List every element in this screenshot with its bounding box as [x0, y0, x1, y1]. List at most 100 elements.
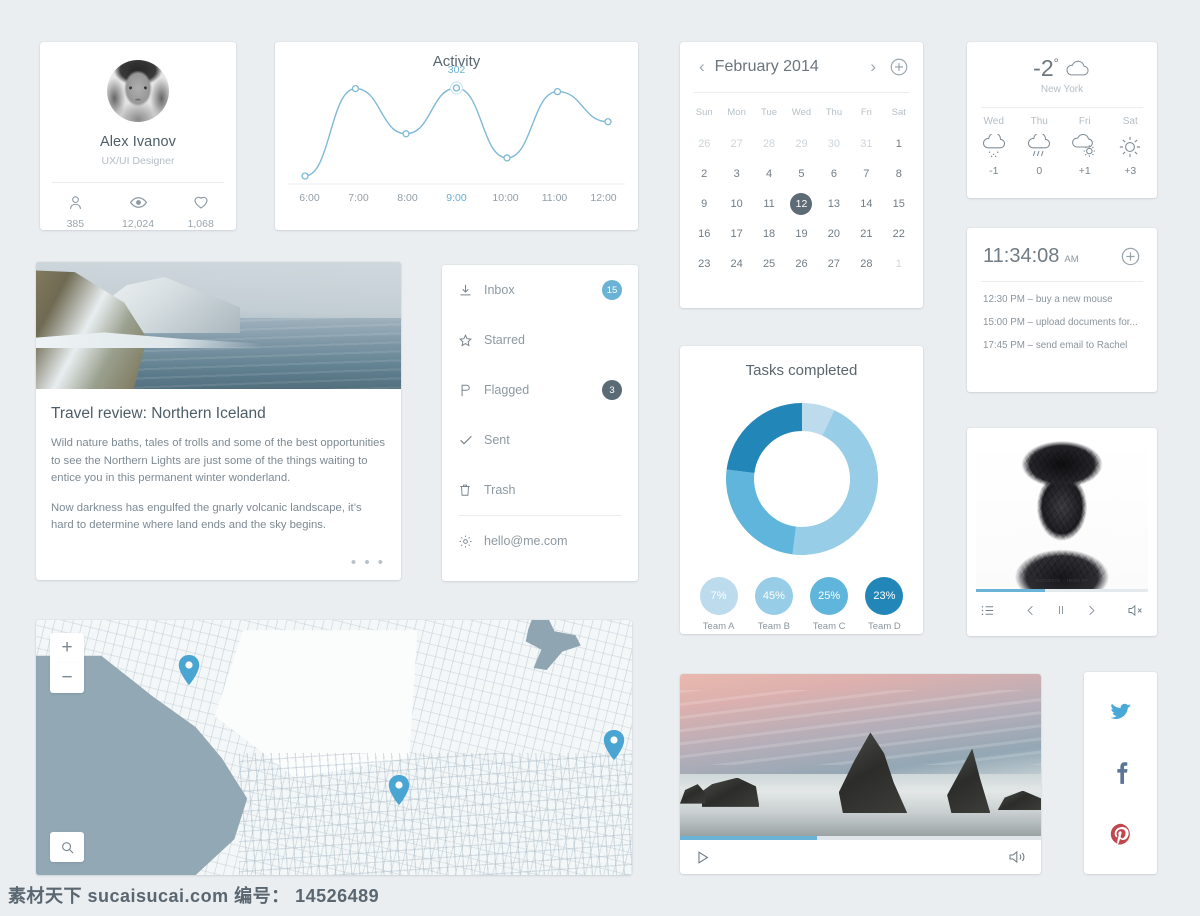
forecast-day-sat[interactable]: Sat +3	[1108, 116, 1154, 177]
calendar-day[interactable]: 17	[720, 219, 752, 249]
mail-item-starred[interactable]: Starred	[442, 315, 638, 365]
calendar-day[interactable]: 7	[850, 159, 882, 189]
next-icon[interactable]	[1076, 603, 1107, 618]
map-pin-2[interactable]	[603, 730, 625, 760]
mail-item-flagged[interactable]: Flagged 3	[442, 365, 638, 415]
calendar-next-button[interactable]: ›	[865, 57, 881, 77]
video-progress-bar[interactable]	[680, 836, 1041, 840]
activity-data-point[interactable]	[402, 130, 410, 138]
activity-data-point[interactable]	[503, 154, 511, 162]
search-icon[interactable]	[50, 832, 84, 862]
playlist-icon[interactable]	[980, 603, 995, 618]
team-legend-item[interactable]: 25% Team C	[810, 577, 849, 632]
calendar-day[interactable]: 13	[818, 189, 850, 219]
mail-item-trash[interactable]: Trash	[442, 465, 638, 515]
calendar-day[interactable]: 1	[883, 129, 915, 159]
map-zoom-in-button[interactable]: +	[50, 633, 84, 663]
facebook-icon[interactable]	[1104, 756, 1138, 790]
calendar-day[interactable]: 9	[688, 189, 720, 219]
calendar-day[interactable]: 28	[753, 129, 785, 159]
calendar-title: February 2014	[714, 58, 819, 75]
forecast-day-wed[interactable]: Wed -1	[971, 116, 1017, 177]
activity-data-point[interactable]	[604, 118, 612, 126]
activity-data-point[interactable]	[301, 172, 309, 180]
volume-icon[interactable]	[1008, 849, 1027, 865]
map-zoom-out-button[interactable]: −	[50, 663, 84, 693]
calendar-day[interactable]: 30	[818, 129, 850, 159]
pinterest-icon[interactable]	[1104, 817, 1138, 851]
calendar-day[interactable]: 14	[850, 189, 882, 219]
team-legend-item[interactable]: 23% Team D	[865, 577, 904, 632]
calendar-day[interactable]: 21	[850, 219, 882, 249]
calendar-day[interactable]: 2	[688, 159, 720, 189]
calendar-day[interactable]: 26	[688, 129, 720, 159]
calendar-day[interactable]: 23	[688, 249, 720, 279]
snow-cloud-icon	[971, 131, 1017, 163]
calendar-dow-label: Sun	[695, 107, 713, 118]
calendar-day[interactable]: 5	[785, 159, 817, 189]
plus-circle-icon[interactable]	[889, 57, 909, 77]
star-icon	[458, 333, 484, 348]
forecast-day-thu[interactable]: Thu 0	[1017, 116, 1063, 177]
calendar-day[interactable]: 22	[883, 219, 915, 249]
activity-data-point[interactable]	[452, 84, 461, 92]
calendar-day[interactable]: 10	[720, 189, 752, 219]
calendar-day[interactable]: 24	[720, 249, 752, 279]
stat-likes[interactable]: 1,068	[169, 192, 232, 230]
mail-account-row[interactable]: hello@me.com	[442, 516, 638, 566]
donut-slice[interactable]	[791, 410, 878, 555]
stat-followers[interactable]: 385	[44, 192, 107, 230]
calendar-prev-button[interactable]: ‹	[694, 57, 710, 77]
team-label: Team D	[868, 621, 901, 632]
activity-data-point[interactable]	[553, 87, 562, 96]
calendar-day[interactable]: 4	[753, 159, 785, 189]
calendar-day[interactable]: 3	[720, 159, 752, 189]
plus-circle-icon[interactable]	[1120, 246, 1141, 267]
play-icon[interactable]	[694, 849, 711, 866]
forecast-temp: 0	[1036, 165, 1043, 177]
video-thumbnail[interactable]	[680, 674, 1041, 836]
music-progress-bar[interactable]	[976, 589, 1148, 592]
calendar-day[interactable]: 25	[753, 249, 785, 279]
agenda-item[interactable]: 15:00 PM – upload documents for...	[967, 305, 1157, 328]
map-pin-3[interactable]	[388, 775, 410, 805]
pause-icon[interactable]	[1046, 602, 1076, 618]
mail-item-label: Sent	[484, 433, 510, 447]
forecast-day-fri[interactable]: Fri +1	[1062, 116, 1108, 177]
previous-icon[interactable]	[1015, 603, 1046, 618]
calendar-day[interactable]: 8	[883, 159, 915, 189]
team-legend-item[interactable]: 45% Team B	[754, 577, 793, 632]
donut-slice[interactable]	[725, 469, 796, 555]
calendar-day[interactable]: 16	[688, 219, 720, 249]
activity-data-point[interactable]	[351, 84, 360, 93]
calendar-day[interactable]: 18	[753, 219, 785, 249]
article-more-button[interactable]: • • •	[351, 554, 385, 571]
map-pin-1[interactable]	[178, 655, 200, 685]
donut-slice[interactable]	[726, 403, 802, 473]
mute-icon[interactable]	[1127, 603, 1144, 618]
agenda-item[interactable]: 12:30 PM – buy a new mouse	[967, 282, 1157, 305]
twitter-icon[interactable]	[1104, 695, 1138, 729]
calendar-day[interactable]: 29	[785, 129, 817, 159]
stat-views[interactable]: 12,024	[107, 192, 170, 230]
calendar-day[interactable]: 26	[785, 249, 817, 279]
team-legend-item[interactable]: 7% Team A	[699, 577, 738, 632]
calendar-day-selected[interactable]: 12	[785, 189, 817, 219]
calendar-day[interactable]: 27	[818, 249, 850, 279]
map-card[interactable]: + −	[36, 620, 632, 875]
calendar-day[interactable]: 20	[818, 219, 850, 249]
social-links-card	[1084, 672, 1157, 874]
calendar-day[interactable]: 11	[753, 189, 785, 219]
calendar-day[interactable]: 15	[883, 189, 915, 219]
calendar-day[interactable]: 19	[785, 219, 817, 249]
tasks-title: Tasks completed	[745, 362, 858, 379]
calendar-day[interactable]: 28	[850, 249, 882, 279]
calendar-day[interactable]: 27	[720, 129, 752, 159]
calendar-day[interactable]: 6	[818, 159, 850, 189]
mail-item-inbox[interactable]: Inbox 15	[442, 265, 638, 315]
calendar-day[interactable]: 31	[850, 129, 882, 159]
mail-item-label: Inbox	[484, 283, 515, 297]
mail-item-sent[interactable]: Sent	[442, 415, 638, 465]
calendar-day[interactable]: 1	[883, 249, 915, 279]
agenda-item[interactable]: 17:45 PM – send email to Rachel	[967, 328, 1157, 351]
